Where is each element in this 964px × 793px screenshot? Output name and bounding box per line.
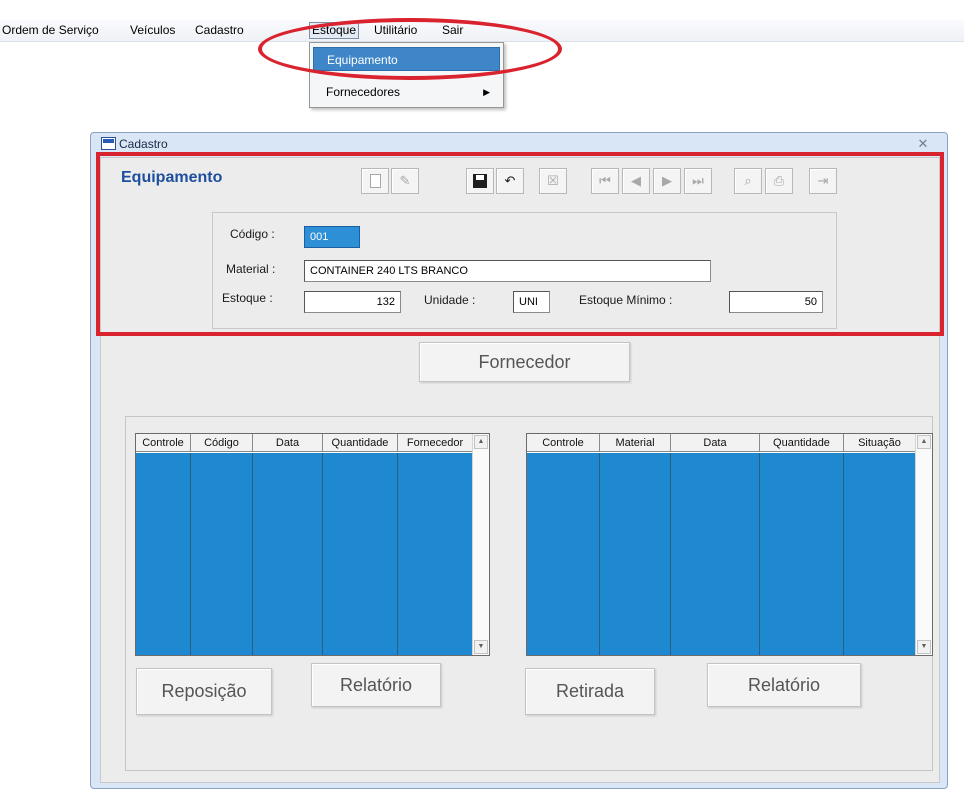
app-window-icon: [101, 137, 116, 150]
relatorio-left-button[interactable]: Relatório: [311, 663, 441, 707]
highlight-rectangle: [96, 152, 944, 336]
reposicao-grid-body[interactable]: [136, 453, 473, 655]
fornecedor-button-label: Fornecedor: [478, 351, 571, 372]
dropdown-item-fornecedores-label: Fornecedores: [326, 85, 401, 99]
column-header[interactable]: Data: [253, 434, 323, 452]
column-header[interactable]: Código: [191, 434, 253, 452]
relatorio-right-button[interactable]: Relatório: [707, 663, 861, 707]
column-header[interactable]: Controle: [136, 434, 191, 452]
screenshot-root: Ordem de Serviço Veículos Cadastro Estoq…: [0, 0, 964, 793]
scroll-down-icon[interactable]: ▼: [917, 640, 931, 654]
column-header[interactable]: Material: [600, 434, 671, 452]
column-header[interactable]: Controle: [527, 434, 600, 452]
retirada-button[interactable]: Retirada: [525, 668, 655, 715]
column-divider: [252, 453, 253, 655]
column-divider: [190, 453, 191, 655]
column-header[interactable]: Situação: [844, 434, 916, 452]
scroll-up-icon[interactable]: ▲: [474, 435, 488, 449]
column-header[interactable]: Data: [671, 434, 760, 452]
reposicao-grid-scrollbar[interactable]: ▲ ▼: [472, 434, 489, 655]
reposicao-button[interactable]: Reposição: [136, 668, 272, 715]
column-header[interactable]: Quantidade: [323, 434, 398, 452]
column-divider: [843, 453, 844, 655]
relatorio-left-button-label: Relatório: [339, 674, 413, 695]
reposicao-grid[interactable]: Controle Código Data Quantidade Forneced…: [135, 433, 490, 656]
menu-veiculos[interactable]: Veículos: [128, 22, 177, 39]
column-divider: [670, 453, 671, 655]
fornecedor-button[interactable]: Fornecedor: [419, 342, 630, 382]
retirada-grid-scrollbar[interactable]: ▲ ▼: [915, 434, 932, 655]
retirada-button-label: Retirada: [555, 681, 625, 701]
column-header[interactable]: Quantidade: [760, 434, 844, 452]
menu-ordem-de-servico[interactable]: Ordem de Serviço: [0, 22, 101, 39]
dropdown-item-fornecedores[interactable]: Fornecedores ▶: [313, 80, 500, 104]
column-divider: [322, 453, 323, 655]
highlight-ellipse: [258, 18, 562, 80]
retirada-grid[interactable]: Controle Material Data Quantidade Situaç…: [526, 433, 933, 656]
column-divider: [759, 453, 760, 655]
column-header[interactable]: Fornecedor: [398, 434, 473, 452]
reposicao-button-label: Reposição: [161, 681, 247, 701]
retirada-grid-body[interactable]: [527, 453, 916, 655]
menu-cadastro[interactable]: Cadastro: [193, 22, 246, 39]
scroll-up-icon[interactable]: ▲: [917, 435, 931, 449]
window-title: Cadastro: [119, 137, 168, 151]
scroll-down-icon[interactable]: ▼: [474, 640, 488, 654]
column-divider: [599, 453, 600, 655]
close-button[interactable]: ✕: [911, 135, 935, 153]
reposicao-grid-header: Controle Código Data Quantidade Forneced…: [136, 434, 473, 452]
column-divider: [397, 453, 398, 655]
relatorio-right-button-label: Relatório: [747, 674, 821, 695]
retirada-grid-header: Controle Material Data Quantidade Situaç…: [527, 434, 916, 452]
submenu-arrow-icon: ▶: [483, 87, 490, 97]
